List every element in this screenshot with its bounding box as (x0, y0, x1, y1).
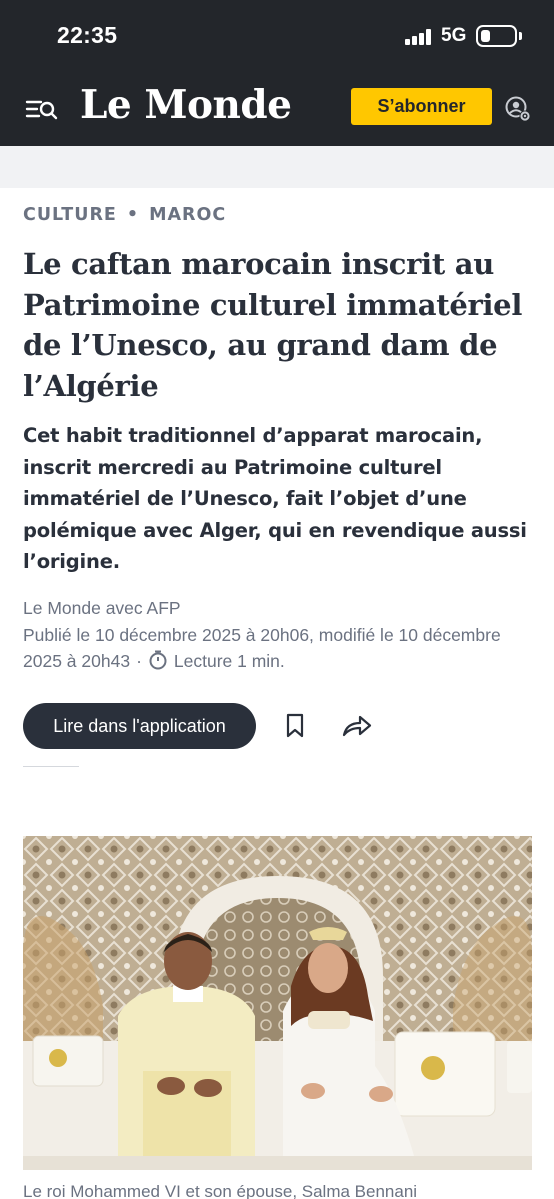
article-byline: Le Monde avec AFP (23, 598, 181, 618)
le-monde-logo[interactable]: Le Monde (80, 82, 292, 128)
photo-caption: Le roi Mohammed VI et son épouse, Salma … (23, 1182, 418, 1199)
battery-icon (476, 25, 517, 47)
share-icon[interactable] (342, 714, 372, 738)
status-time: 22:35 (57, 22, 118, 48)
section-link[interactable]: CULTURE (23, 205, 117, 225)
article-headline: Le caftan marocain inscrit au Patrimoine… (23, 247, 523, 403)
subsection-link[interactable]: MAROC (149, 205, 226, 225)
article-meta: Publié le 10 décembre 2025 à 20h06, modi… (23, 622, 533, 674)
battery-nub (519, 32, 522, 40)
site-header: Le Monde S’abonner (0, 68, 554, 146)
bookmark-icon[interactable] (284, 713, 306, 739)
kicker-separator: • (126, 205, 140, 225)
read-in-app-button[interactable]: Lire dans l'application (23, 703, 256, 749)
network-label: 5G (441, 25, 467, 46)
menu-search-icon[interactable] (25, 96, 59, 122)
signal-icon (405, 29, 433, 45)
divider (23, 766, 79, 767)
reading-time: Lecture 1 min. (173, 651, 285, 671)
section-kicker: CULTURE • MAROC (23, 205, 226, 225)
article-lede: Cet habit traditionnel d’apparat marocai… (23, 424, 527, 573)
status-bar: 22:35 5G (0, 0, 554, 68)
account-settings-icon[interactable] (505, 96, 531, 122)
clock-icon (148, 650, 168, 670)
article-photo[interactable] (23, 836, 532, 1170)
ad-placeholder (0, 146, 554, 188)
meta-separator: · (136, 651, 142, 671)
subscribe-button[interactable]: S’abonner (351, 88, 492, 125)
